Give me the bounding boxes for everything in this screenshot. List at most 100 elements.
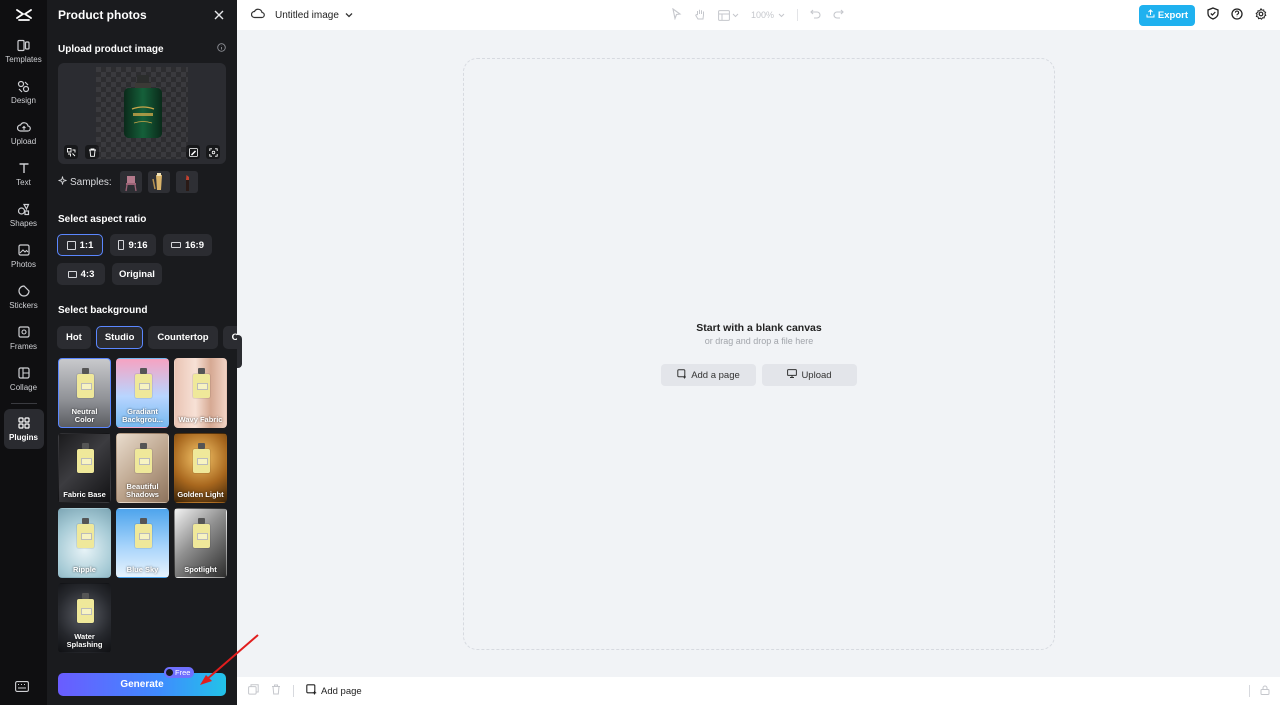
duplicate-page-icon[interactable] — [248, 684, 259, 698]
rail-item-stickers[interactable]: Stickers — [4, 277, 44, 317]
tab-countertop[interactable]: Countertop — [148, 326, 218, 349]
background-name: Fabric Base — [63, 490, 106, 499]
background-blue-sky[interactable]: Blue Sky — [116, 508, 169, 578]
close-icon[interactable] — [212, 8, 226, 22]
select-pointer-icon[interactable] — [671, 7, 682, 22]
aspect-ratio-9-16[interactable]: 9:16 — [110, 234, 156, 256]
canvas-subtitle: or drag and drop a file here — [704, 336, 814, 346]
background-fabric-base[interactable]: Fabric Base — [58, 433, 111, 503]
generate-label: Generate — [120, 679, 164, 690]
redo-icon[interactable] — [833, 9, 844, 21]
perfume-thumbnail — [193, 443, 210, 473]
settings-gear-icon[interactable] — [1255, 7, 1267, 23]
rail-item-collage[interactable]: Collage — [4, 359, 44, 399]
expand-image-icon[interactable] — [206, 145, 220, 159]
aspect-ratio-label: 4:3 — [80, 268, 95, 280]
background-name: Blue Sky — [126, 565, 159, 574]
undo-icon[interactable] — [810, 9, 821, 21]
replace-image-icon[interactable] — [64, 145, 78, 159]
background-ripple[interactable]: Ripple — [58, 508, 111, 578]
tab-more[interactable]: O — [222, 326, 237, 349]
rail-item-label: Plugins — [9, 433, 38, 442]
sample-drink[interactable] — [147, 171, 170, 193]
aspect-ratio-original[interactable]: Original — [112, 263, 162, 285]
perfume-thumbnail — [135, 443, 152, 473]
rail-item-text[interactable]: Text — [4, 154, 44, 194]
rail-item-label: Shapes — [9, 219, 38, 228]
rail-item-templates[interactable]: Templates — [4, 31, 44, 71]
background-spotlight[interactable]: Spotlight — [174, 508, 227, 578]
shapes-icon — [17, 202, 31, 216]
canvas-drop-zone[interactable]: Start with a blank canvas or drag and dr… — [463, 58, 1055, 650]
credit-icon — [166, 669, 173, 676]
toolbar-divider — [797, 9, 799, 21]
generate-button[interactable]: Generate — [58, 673, 226, 696]
help-icon[interactable] — [1231, 7, 1243, 23]
samples-label-wrap: Samples: — [58, 176, 112, 188]
background-name: Spotlight — [184, 565, 217, 574]
capcut-logo-icon[interactable] — [0, 0, 47, 30]
add-a-page-button[interactable]: Add a page — [661, 364, 756, 386]
background-gradient[interactable]: Gradiant Backgrou... — [116, 358, 169, 428]
delete-page-icon[interactable] — [271, 684, 281, 698]
aspect-ratio-1-1[interactable]: 1:1 — [57, 234, 103, 256]
tab-hot[interactable]: Hot — [57, 326, 91, 349]
layout-grid-icon[interactable] — [718, 9, 739, 21]
sparkle-icon — [58, 176, 67, 188]
panel-collapse-handle[interactable] — [237, 335, 242, 368]
free-badge: Free — [164, 667, 195, 678]
edit-image-icon[interactable] — [186, 145, 200, 159]
background-beautiful-shadows[interactable]: Beautiful Shadows — [116, 433, 169, 503]
background-water-splashing[interactable]: Water Splashing — [58, 583, 111, 653]
rail-item-frames[interactable]: Frames — [4, 318, 44, 358]
product-bottle-image — [124, 75, 162, 138]
sample-chair[interactable] — [119, 171, 142, 193]
upload-button[interactable]: Upload — [762, 364, 857, 386]
background-name: Golden Light — [177, 490, 224, 499]
export-button[interactable]: Export — [1138, 4, 1195, 26]
aspect-section-title: Select aspect ratio — [47, 214, 237, 225]
lock-icon[interactable] — [1260, 684, 1270, 698]
rail-item-label: Frames — [9, 342, 38, 351]
zoom-level[interactable]: 100% — [751, 10, 785, 20]
rail-item-design[interactable]: Design — [4, 72, 44, 112]
background-neutral-color[interactable]: Neutral Color — [58, 358, 111, 428]
rail-item-photos[interactable]: Photos — [4, 236, 44, 276]
background-golden-light[interactable]: Golden Light — [174, 433, 227, 503]
shield-icon[interactable] — [1207, 7, 1219, 23]
background-wavy-fabric[interactable]: Wavy Fabric — [174, 358, 227, 428]
background-title: Select background — [58, 305, 148, 316]
rail-divider — [10, 403, 37, 404]
canvas-title: Start with a blank canvas — [696, 322, 822, 334]
info-icon[interactable] — [217, 43, 226, 55]
document-title-area[interactable]: Untitled image — [250, 0, 353, 30]
add-page-label: Add page — [321, 685, 362, 697]
canvas-tools: 100% — [671, 0, 844, 30]
rail-item-shapes[interactable]: Shapes — [4, 195, 44, 235]
aspect-ratio-label: Original — [119, 268, 155, 280]
chevron-down-icon — [778, 13, 785, 17]
sample-lipstick[interactable] — [175, 171, 198, 193]
rail-item-plugins[interactable]: Plugins — [3, 409, 44, 449]
perfume-thumbnail — [77, 593, 94, 623]
frames-icon — [17, 325, 31, 339]
add-page-button[interactable]: Add page — [306, 684, 362, 698]
perfume-thumbnail — [77, 443, 94, 473]
free-label: Free — [175, 668, 191, 677]
panel-title: Product photos — [58, 8, 147, 22]
transparent-background — [96, 67, 188, 159]
tab-studio[interactable]: Studio — [95, 326, 144, 349]
document-title: Untitled image — [275, 10, 353, 21]
aspect-ratio-4-3[interactable]: 4:3 — [57, 263, 105, 285]
add-page-icon — [677, 368, 687, 382]
landscape-ratio-icon — [170, 242, 181, 248]
keyboard-shortcuts-icon[interactable] — [15, 681, 31, 693]
product-image-preview[interactable] — [58, 63, 226, 164]
hand-pan-icon[interactable] — [694, 8, 706, 22]
rail-item-label: Upload — [10, 137, 37, 146]
rail-item-upload[interactable]: Upload — [4, 113, 44, 153]
aspect-ratio-16-9[interactable]: 16:9 — [163, 234, 212, 256]
perfume-thumbnail — [77, 518, 94, 548]
delete-image-icon[interactable] — [85, 145, 99, 159]
stickers-icon — [17, 284, 31, 298]
